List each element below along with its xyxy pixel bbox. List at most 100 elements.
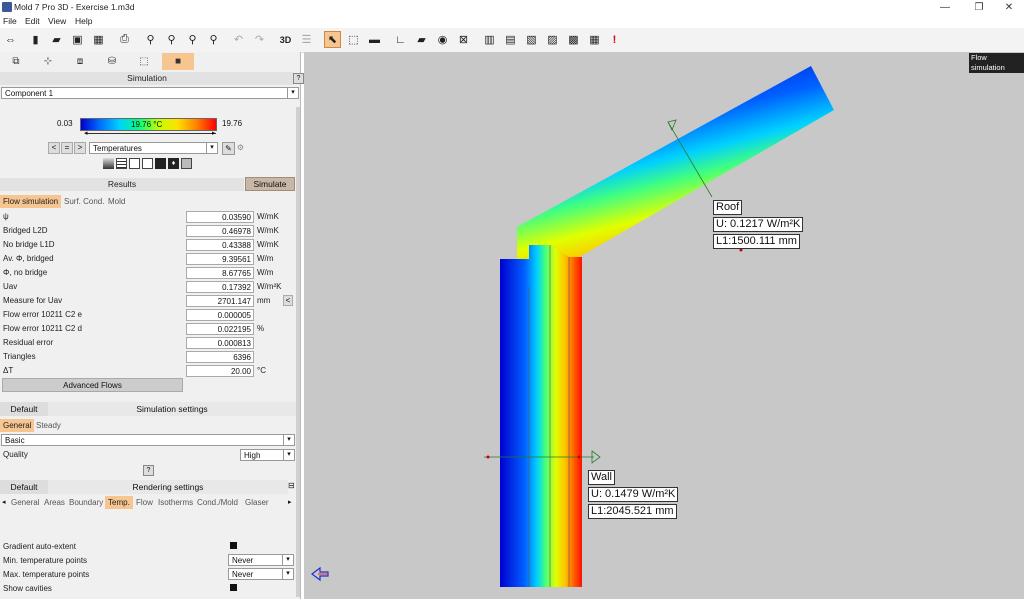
render-style-4-icon[interactable] (142, 158, 153, 169)
scroll-right-icon[interactable]: ▸ (288, 498, 292, 506)
droplet-icon[interactable]: ♦ (168, 158, 179, 169)
sim-default-button[interactable]: Default (0, 402, 48, 416)
select-area-icon[interactable]: ⬚ (345, 31, 362, 48)
layout-3-icon[interactable]: ▧ (523, 31, 540, 48)
quality-select[interactable]: High ▾ (240, 449, 295, 461)
tab-flow-simulation[interactable]: Flow simulation (0, 195, 62, 208)
minimize-button[interactable]: — (930, 0, 960, 15)
tab-layers[interactable]: ⧈ (64, 53, 96, 70)
tab-general[interactable]: General (0, 419, 35, 432)
menu-file[interactable]: File (3, 16, 17, 26)
corner-icon[interactable]: ∟ (392, 31, 409, 48)
tab-areas[interactable]: Areas (41, 496, 68, 509)
layout-4-icon[interactable]: ▨ (544, 31, 561, 48)
tab-temp[interactable]: Temp. (105, 496, 133, 509)
tab-mold[interactable]: Mold (105, 195, 128, 208)
save-as-icon[interactable]: ▣ (69, 31, 86, 48)
open-icon[interactable]: ▰ (48, 31, 65, 48)
maximize-button[interactable]: ❐ (964, 0, 994, 15)
tab-isotherms[interactable]: Isotherms (155, 496, 196, 509)
prev-button[interactable]: < (48, 142, 60, 154)
tab-steady[interactable]: Steady (33, 419, 64, 432)
result-label: Av. Φ, bridged (3, 254, 54, 263)
pipette-icon[interactable]: ✎ (222, 142, 235, 155)
component-value: Component 1 (5, 89, 54, 98)
range-slider[interactable] (86, 133, 216, 134)
tab-cond-mold[interactable]: Cond./Mold (194, 496, 241, 509)
cavities-label: Show cavities (3, 584, 52, 593)
slider-right-handle[interactable]: ▸ (212, 129, 216, 137)
scroll-left-icon[interactable]: ◂ (2, 498, 6, 506)
comment-icon[interactable]: ▰ (413, 31, 430, 48)
zoom-icon[interactable]: ⚲ (142, 31, 159, 48)
sim-mode-select[interactable]: Basic ▾ (1, 434, 295, 446)
print-icon[interactable]: ⎙ (116, 31, 133, 48)
model-canvas[interactable]: Roof U: 0.1217 W/m²K L1:1500.111 mm Wall… (304, 52, 1024, 599)
result-label: No bridge L1D (3, 240, 55, 249)
panel-scrollbar[interactable] (296, 107, 300, 597)
tab-simulation[interactable]: ■ (162, 53, 194, 70)
result-unit: W/mK (257, 240, 279, 249)
menu-view[interactable]: View (48, 16, 66, 26)
list-icon[interactable]: ☰ (298, 31, 315, 48)
zoom-fit-icon[interactable]: ⚲ (205, 31, 222, 48)
tab-render-general[interactable]: General (8, 496, 42, 509)
tab-glaser[interactable]: Glaser (242, 496, 272, 509)
component-select[interactable]: Component 1 ▾ (1, 87, 299, 99)
wall-name-label: Wall (588, 470, 615, 485)
render-style-2-icon[interactable] (116, 158, 127, 169)
grid-off-icon[interactable]: ⊠ (455, 31, 472, 48)
layout-6-icon[interactable]: ▦ (586, 31, 603, 48)
tab-surf-cond[interactable]: Surf. Cond. (61, 195, 107, 208)
layout-2-icon[interactable]: ▤ (502, 31, 519, 48)
equal-button[interactable]: = (61, 142, 73, 154)
view-mode-select[interactable]: Temperatures ▾ (89, 142, 218, 154)
tab-geometry[interactable]: ⧉ (0, 53, 32, 70)
redo-icon[interactable]: ↷ (251, 31, 268, 48)
undo-icon[interactable]: ↶ (230, 31, 247, 48)
render-default-button[interactable]: Default (0, 480, 48, 494)
warning-icon[interactable]: ! (606, 31, 623, 48)
new-file-icon[interactable]: ▮ (27, 31, 44, 48)
tab-boundary[interactable]: ⬚ (128, 53, 160, 70)
slider-left-handle[interactable]: ◂ (84, 129, 88, 137)
advanced-flows-button[interactable]: Advanced Flows (2, 378, 183, 392)
result-unit: W/m²K (257, 282, 282, 291)
measure-icon[interactable]: ▬ (366, 31, 383, 48)
cavities-checkbox[interactable] (230, 584, 237, 591)
select-arrow-icon[interactable]: ⬉ (324, 31, 341, 48)
layout-5-icon[interactable]: ▩ (565, 31, 582, 48)
gear-icon[interactable]: ⚙ (235, 142, 246, 153)
tab-boundary[interactable]: Boundary (66, 496, 106, 509)
zoom-out-icon[interactable]: ⚲ (184, 31, 201, 48)
min-temp-select[interactable]: Never ▾ (228, 554, 294, 566)
scale-marker: 19.76 °C (131, 120, 163, 129)
render-style-5-icon[interactable] (155, 158, 166, 169)
render-style-7-icon[interactable] (181, 158, 192, 169)
collapse-icon[interactable]: ⊟ (288, 481, 295, 490)
result-unit: W/mK (257, 226, 279, 235)
save-icon[interactable]: ▦ (90, 31, 107, 48)
tab-materials[interactable]: ⛁ (96, 53, 128, 70)
swap-icon[interactable]: ⇔ (2, 31, 19, 48)
layout-1-icon[interactable]: ▥ (481, 31, 498, 48)
close-button[interactable]: ✕ (994, 0, 1024, 15)
3d-icon[interactable]: 3D (277, 31, 294, 48)
menu-edit[interactable]: Edit (25, 16, 40, 26)
window-title: Mold 7 Pro 3D - Exercise 1.m3d (14, 2, 135, 12)
menu-help[interactable]: Help (75, 16, 92, 26)
eye-icon[interactable]: ◉ (434, 31, 451, 48)
uav-measure-button[interactable]: < (283, 295, 293, 306)
result-label: Triangles (3, 352, 36, 361)
help-icon[interactable]: ? (293, 73, 304, 84)
gradient-checkbox[interactable] (230, 542, 237, 549)
max-temp-select[interactable]: Never ▾ (228, 568, 294, 580)
render-style-1-icon[interactable] (103, 158, 114, 169)
render-style-3-icon[interactable] (129, 158, 140, 169)
next-button[interactable]: > (74, 142, 86, 154)
simulate-button[interactable]: Simulate (245, 177, 295, 191)
help-icon[interactable]: ? (143, 465, 154, 476)
tab-flow[interactable]: Flow (133, 496, 156, 509)
zoom-in-icon[interactable]: ⚲ (163, 31, 180, 48)
tab-axes[interactable]: ⊹ (32, 53, 64, 70)
